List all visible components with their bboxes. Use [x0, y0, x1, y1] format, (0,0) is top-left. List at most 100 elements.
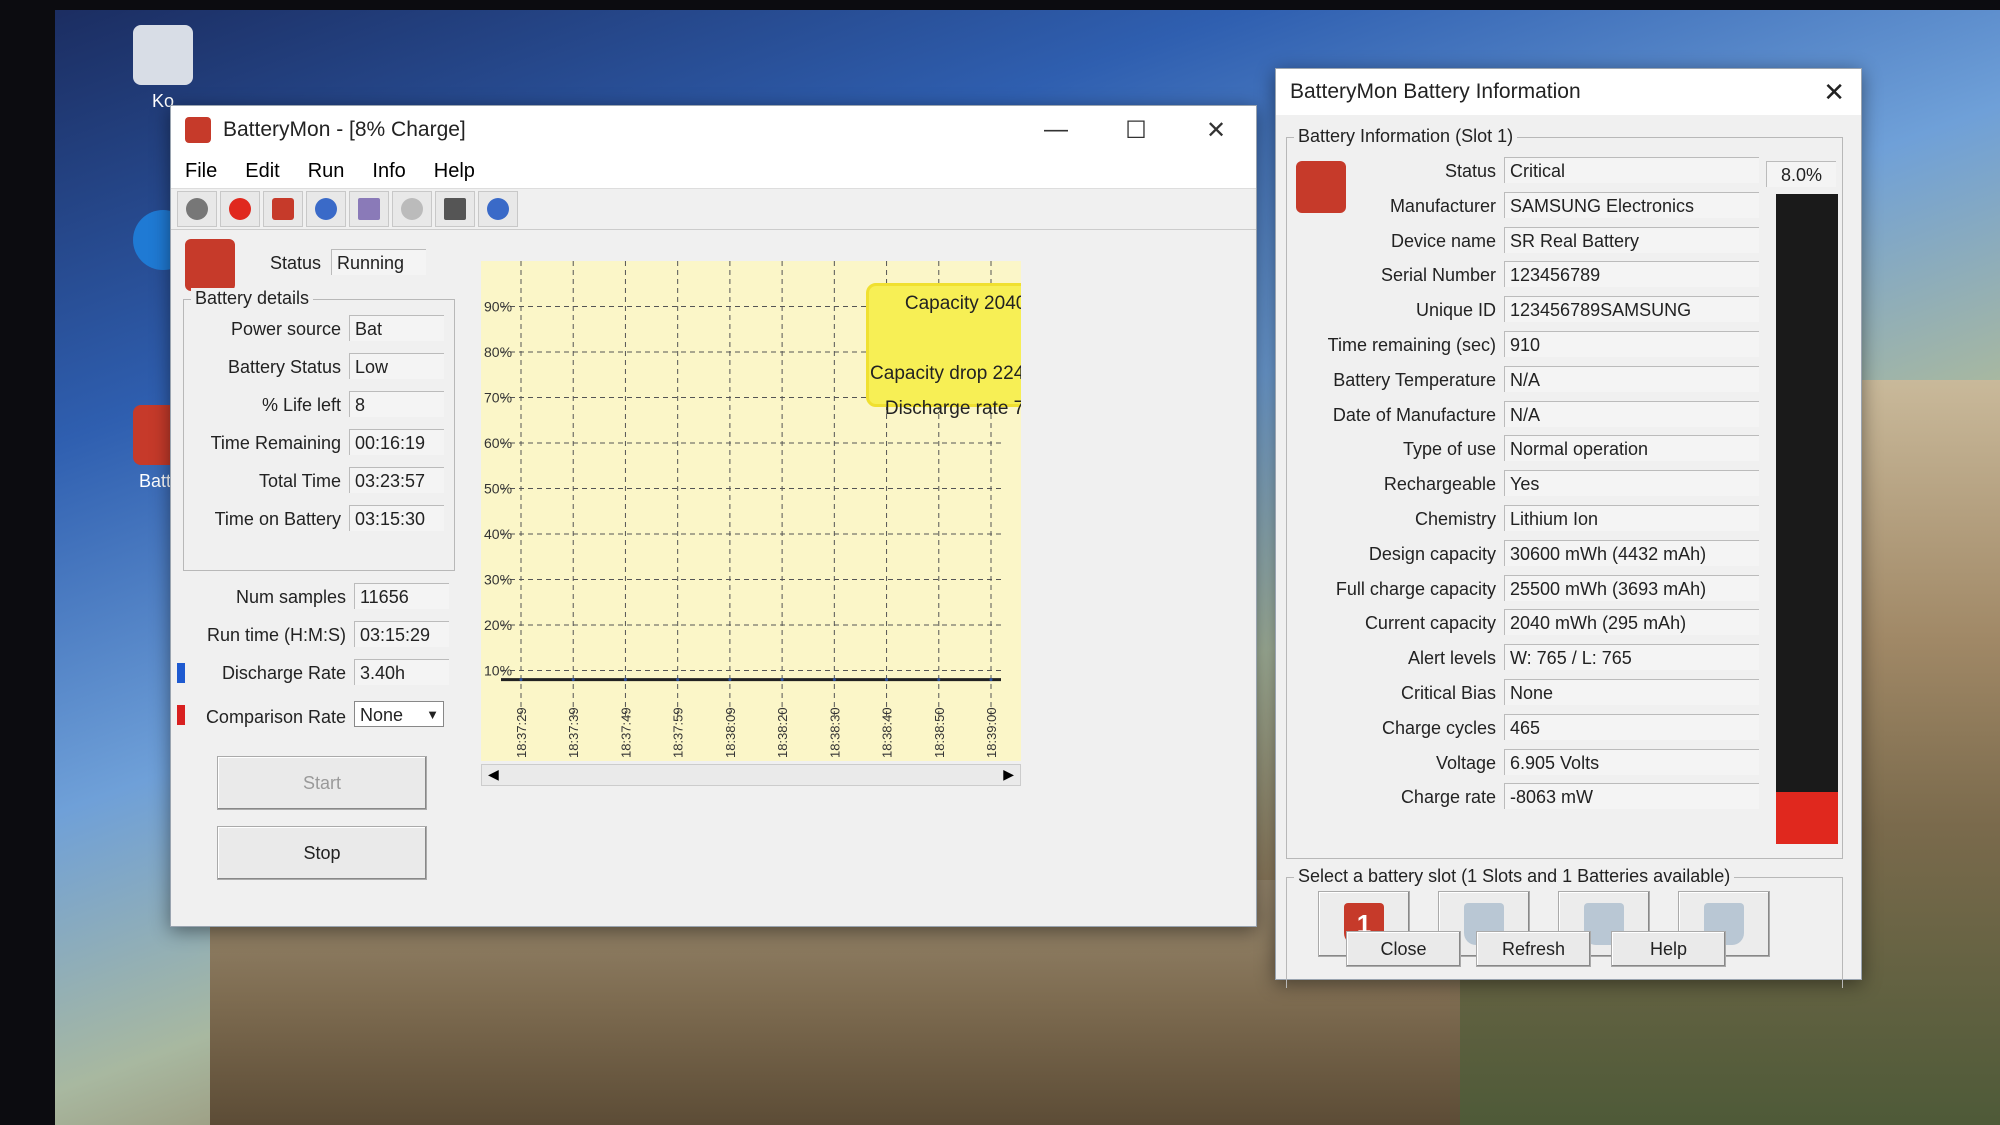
x-tick-label: 18:37:59 [671, 707, 686, 758]
desktop-icon-recycle-bin[interactable]: Ko [118, 25, 208, 112]
batterymon-main-window: BatteryMon - [8% Charge] — ☐ ✕ File Edit… [170, 105, 1257, 927]
time-on-battery-value: 03:15:30 [349, 505, 444, 531]
charge-graph: 90% 80% 70% 60% 50% 40% 30% 20% 10% 18:37:29 18:37… [481, 261, 1021, 761]
minimize-button[interactable]: — [1016, 106, 1096, 154]
info-label: Chemistry [1414, 509, 1496, 529]
info-window-title: BatteryMon Battery Information [1290, 80, 1581, 103]
scroll-left-arrow-icon[interactable]: ◀ [488, 766, 499, 783]
refresh-button[interactable]: Refresh [1476, 931, 1591, 967]
menu-edit[interactable]: Edit [231, 160, 293, 183]
info-value: SR Real Battery [1504, 226, 1759, 253]
close-button[interactable]: Close [1346, 931, 1461, 967]
total-time-label: Total Time [258, 471, 341, 491]
clipboard-icon [358, 198, 380, 220]
menu-help[interactable]: Help [420, 160, 489, 183]
info-label: Current capacity [1364, 613, 1496, 634]
info-label: Type of use [1402, 439, 1496, 460]
time-remaining-value: 00:16:19 [349, 429, 444, 455]
num-samples-label: Num samples [235, 587, 346, 607]
info-value: SAMSUNG Electronics [1504, 191, 1759, 218]
info-label: Battery Temperature [1333, 369, 1496, 390]
help-button[interactable]: Help [1611, 931, 1726, 967]
start-button[interactable]: Start [217, 756, 427, 810]
info-label: Voltage [1435, 752, 1496, 773]
menu-file[interactable]: File [171, 160, 231, 183]
x-tick-label: 18:37:49 [618, 707, 633, 758]
overlay-discharge-rate: Discharge rate 7470 mW [884, 398, 1021, 419]
series-point [623, 678, 627, 682]
series-point [728, 678, 732, 682]
series-point [676, 678, 680, 682]
main-titlebar: BatteryMon - [8% Charge] — ☐ ✕ [171, 106, 1256, 154]
toolbar-plug-button[interactable] [435, 191, 475, 227]
menu-info[interactable]: Info [358, 160, 419, 183]
info-label: Alert levels [1407, 648, 1496, 669]
comparison-rate-label: Comparison Rate [205, 707, 346, 727]
info-label: Time remaining (sec) [1327, 335, 1496, 355]
x-tick-label: 18:38:09 [723, 707, 738, 758]
y-tick-label: 70% [484, 390, 512, 406]
battery-status-label: Battery Status [227, 357, 341, 377]
graph-scrollbar[interactable]: ◀ ▶ [481, 764, 1021, 786]
plug-icon [444, 198, 466, 220]
help-icon [487, 198, 509, 220]
series-point [780, 678, 784, 682]
y-tick-label: 50% [484, 481, 512, 497]
info-label: Manufacturer [1389, 195, 1496, 216]
toolbar-help-button[interactable] [478, 191, 518, 227]
info-label: Design capacity [1368, 543, 1496, 564]
gear-icon [315, 198, 337, 220]
total-time-value: 03:23:57 [349, 467, 444, 493]
recycle-bin-icon [133, 25, 193, 85]
num-samples-value: 11656 [354, 583, 449, 609]
info-value: N/A [1504, 400, 1759, 427]
maximize-button[interactable]: ☐ [1096, 106, 1176, 154]
series-point [937, 678, 941, 682]
series-point [571, 678, 575, 682]
menu-run[interactable]: Run [294, 160, 359, 183]
info-value: 6.905 Volts [1504, 748, 1759, 775]
x-tick-label: 18:39:00 [984, 707, 999, 758]
battery-status-icon [185, 239, 235, 291]
stop-button[interactable]: Stop [217, 826, 427, 880]
toolbar-battery-info-button[interactable] [263, 191, 303, 227]
battery-icon [272, 198, 294, 220]
batterymon-title-icon [185, 117, 211, 143]
scroll-right-arrow-icon[interactable]: ▶ [1003, 766, 1014, 783]
info-label: Charge rate [1400, 787, 1496, 808]
info-titlebar: BatteryMon Battery Information ✕ [1276, 69, 1861, 115]
x-tick-label: 18:38:40 [880, 707, 895, 758]
record-icon [186, 198, 208, 220]
toolbar-stop-button[interactable] [220, 191, 260, 227]
info-value: -8063 mW [1504, 783, 1759, 810]
charge-level-bar [1776, 194, 1838, 844]
info-label: Date of Manufacture [1332, 404, 1496, 425]
toolbar-log-button[interactable] [349, 191, 389, 227]
y-tick-label: 30% [484, 572, 512, 588]
y-tick-label: 20% [484, 617, 512, 633]
info-value: W: 765 / L: 765 [1504, 644, 1759, 671]
toolbar-options-button[interactable] [306, 191, 346, 227]
stop-sign-icon [229, 198, 251, 220]
info-close-x-button[interactable]: ✕ [1823, 77, 1845, 108]
y-tick-label: 40% [484, 526, 512, 542]
info-value: 910 [1504, 331, 1759, 357]
time-on-battery-label: Time on Battery [214, 509, 341, 529]
discharge-rate-value: 3.40h [354, 659, 449, 685]
comparison-rate-select[interactable]: None ▼ [354, 701, 444, 727]
info-value: 30600 mWh (4432 mAh) [1504, 539, 1759, 566]
status-value: Running [331, 249, 426, 275]
toolbar-gauge-button[interactable] [392, 191, 432, 227]
y-tick-label: 80% [484, 344, 512, 360]
toolbar-start-button[interactable] [177, 191, 217, 227]
battery-details-title: Battery details [191, 288, 314, 309]
series-point [989, 678, 993, 682]
battery-info-window: BatteryMon Battery Information ✕ Battery… [1275, 68, 1862, 988]
x-tick-label: 18:38:50 [932, 707, 947, 758]
series-point [885, 678, 889, 682]
x-tick-label: 18:38:20 [775, 707, 790, 758]
close-button[interactable]: ✕ [1176, 106, 1256, 154]
slot-select-title: Select a battery slot (1 Slots and 1 Bat… [1294, 866, 1735, 887]
charge-percent-value: 8.0% [1766, 161, 1836, 187]
info-value: 465 [1504, 713, 1759, 740]
